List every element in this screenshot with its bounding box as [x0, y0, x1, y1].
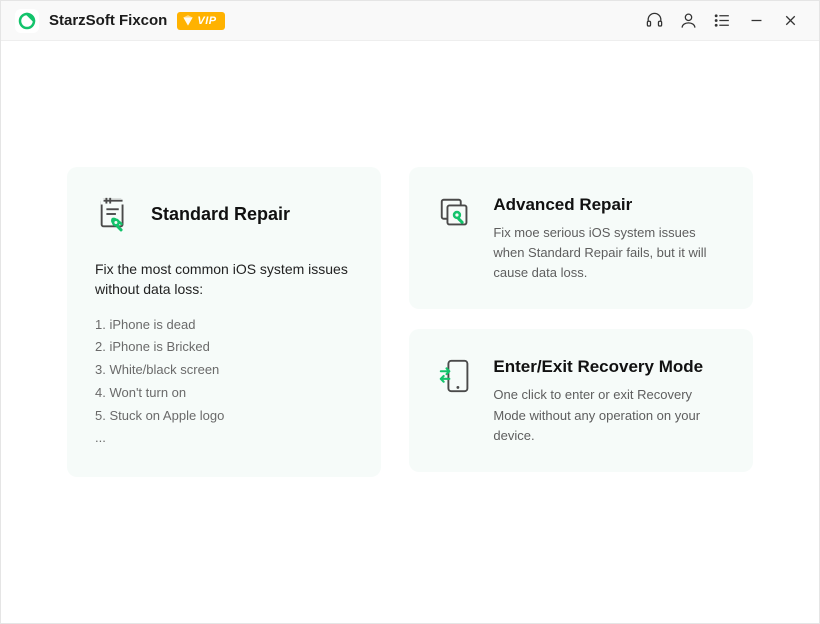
standard-repair-card[interactable]: Standard Repair Fix the most common iOS …	[67, 167, 381, 477]
vip-label: VIP	[197, 15, 216, 27]
main-panel: Standard Repair Fix the most common iOS …	[19, 59, 801, 605]
standard-repair-icon	[95, 195, 133, 233]
minimize-icon	[748, 12, 765, 29]
issue-list: 1. iPhone is dead 2. iPhone is Bricked 3…	[95, 314, 353, 451]
standard-repair-desc: Fix the most common iOS system issues wi…	[95, 259, 353, 300]
vip-badge[interactable]: VIP	[177, 12, 224, 30]
list-item: 1. iPhone is dead	[95, 314, 353, 337]
list-item: 4. Won't turn on	[95, 382, 353, 405]
account-button[interactable]	[671, 2, 705, 40]
titlebar: StarzSoft Fixcon VIP	[1, 1, 819, 41]
recovery-mode-title: Enter/Exit Recovery Mode	[493, 357, 725, 377]
headset-icon	[645, 11, 664, 30]
advanced-repair-desc: Fix moe serious iOS system issues when S…	[493, 223, 725, 283]
logo-icon	[17, 11, 37, 31]
menu-button[interactable]	[705, 2, 739, 40]
diamond-icon	[181, 14, 195, 28]
list-item: ...	[95, 427, 353, 450]
app-logo	[15, 9, 39, 33]
list-item: 2. iPhone is Bricked	[95, 336, 353, 359]
advanced-repair-title: Advanced Repair	[493, 195, 725, 215]
list-item: 5. Stuck on Apple logo	[95, 405, 353, 428]
advanced-repair-card[interactable]: Advanced Repair Fix moe serious iOS syst…	[409, 167, 753, 309]
recovery-mode-card[interactable]: Enter/Exit Recovery Mode One click to en…	[409, 329, 753, 471]
list-item: 3. White/black screen	[95, 359, 353, 382]
minimize-button[interactable]	[739, 2, 773, 40]
close-icon	[782, 12, 799, 29]
list-icon	[713, 11, 732, 30]
close-button[interactable]	[773, 2, 807, 40]
app-title: StarzSoft Fixcon	[49, 12, 167, 29]
main-content: Standard Repair Fix the most common iOS …	[1, 41, 819, 623]
support-button[interactable]	[637, 2, 671, 40]
user-icon	[679, 11, 698, 30]
recovery-mode-desc: One click to enter or exit Recovery Mode…	[493, 385, 725, 445]
standard-repair-title: Standard Repair	[151, 204, 290, 225]
recovery-mode-icon	[437, 357, 475, 395]
advanced-repair-icon	[437, 195, 475, 233]
